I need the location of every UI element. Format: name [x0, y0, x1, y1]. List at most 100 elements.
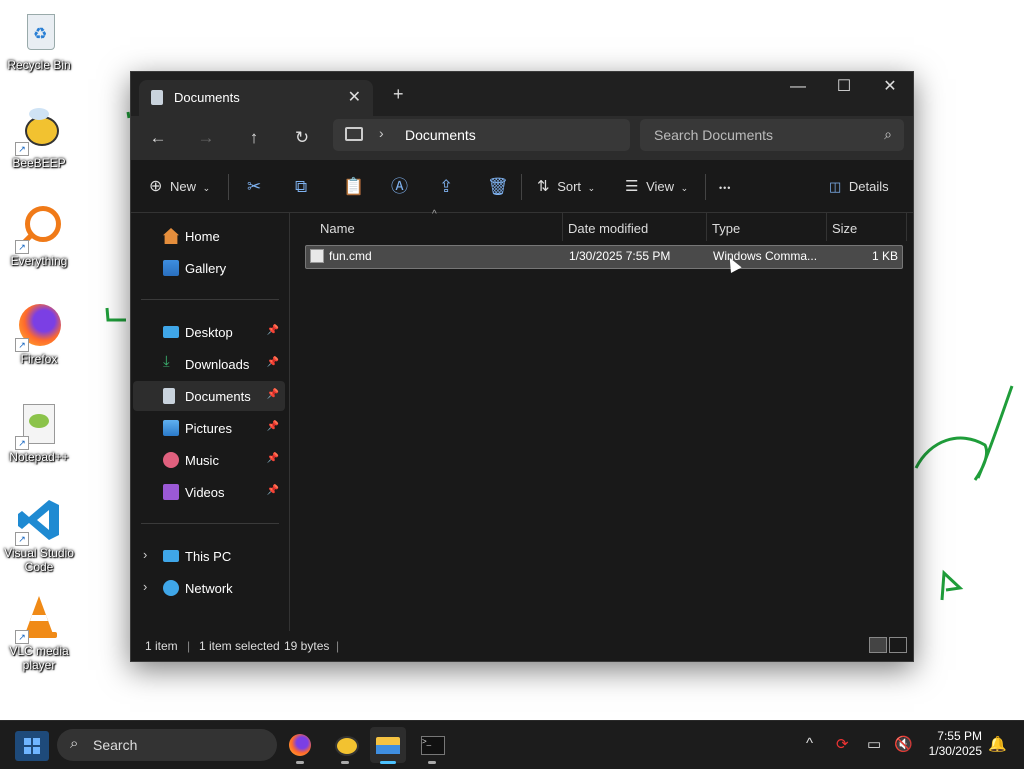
firefox-icon: ↗ [15, 302, 63, 352]
column-header-type[interactable]: Type [706, 217, 822, 241]
gallery-icon [163, 260, 179, 276]
table-row[interactable]: fun.cmd 1/30/2025 7:55 PM Windows Comma.… [305, 245, 903, 269]
status-divider: | [336, 639, 340, 653]
sidebar-item-documents[interactable]: Documents 📌 [133, 381, 285, 411]
file-name: fun.cmd [329, 249, 372, 263]
sidebar-item-network[interactable]: › Network [133, 573, 285, 603]
documents-icon [163, 388, 175, 404]
column-header-size[interactable]: Size [826, 217, 902, 241]
pin-icon[interactable]: 📌 [267, 453, 279, 464]
pin-icon[interactable]: 📌 [267, 357, 279, 368]
sidebar-item-home[interactable]: Home [133, 221, 285, 251]
desktop-icon-label: Visual Studio Code [4, 546, 74, 574]
sidebar-item-this-pc[interactable]: › This PC [133, 541, 285, 571]
desktop-icon-label: BeeBEEP [12, 156, 66, 170]
sidebar-item-downloads[interactable]: ⤓ Downloads 📌 [133, 349, 285, 379]
desktop-icon-vscode[interactable]: ↗ Visual Studio Code [1, 496, 77, 574]
more-icon: ••• [719, 183, 732, 193]
cut-button[interactable]: ✂ [247, 176, 261, 198]
notifications-icon[interactable]: 🔔 [988, 735, 1007, 753]
copy-button[interactable]: ⧉ [295, 176, 307, 198]
clock[interactable]: 7:55 PM 1/30/2025 [929, 729, 982, 759]
sidebar-item-desktop[interactable]: Desktop 📌 [133, 317, 285, 347]
beebeep-icon[interactable] [327, 727, 363, 764]
paste-button[interactable]: 📋 [343, 176, 364, 198]
show-hidden-icons-icon[interactable]: ^ [806, 735, 813, 752]
sidebar-item-label: Pictures [185, 421, 232, 436]
column-label: Date modified [568, 221, 649, 236]
back-button[interactable]: ← [145, 126, 171, 150]
pin-icon[interactable]: 📌 [267, 389, 279, 400]
search-icon: ⌕ [884, 126, 892, 142]
tiles-view-button[interactable] [889, 637, 907, 653]
delete-button[interactable]: 🗑 [487, 176, 509, 198]
desktop-icon-label: Notepad++ [9, 450, 69, 464]
desktop-icon-vlc[interactable]: ↗ VLC media player [1, 594, 77, 672]
up-button[interactable]: ↑ [241, 126, 267, 150]
sidebar-item-label: Videos [185, 485, 225, 500]
volume-muted-icon[interactable]: 🔇 [894, 735, 913, 753]
search-input[interactable]: Search Documents ⌕ [640, 119, 904, 151]
network-status-icon[interactable]: ▭ [867, 735, 881, 753]
sidebar-item-videos[interactable]: Videos 📌 [133, 477, 285, 507]
network-icon [163, 580, 179, 596]
minimize-button[interactable]: — [775, 76, 821, 100]
vscode-icon: ↗ [15, 496, 63, 546]
new-label: New [170, 179, 197, 194]
chevron-right-icon[interactable]: › [143, 579, 147, 594]
sort-button[interactable]: ⇅ Sort ⌄ [537, 176, 595, 198]
navigation-bar: ← → ↑ ↻ › Documents Search Documents ⌕ [131, 116, 913, 160]
pin-icon[interactable]: 📌 [267, 421, 279, 432]
tab-documents[interactable]: Documents ✕ [139, 80, 373, 116]
new-button[interactable]: ⊕ New ⌄ [149, 176, 210, 198]
address-bar[interactable]: › Documents [333, 119, 630, 151]
sidebar-item-pictures[interactable]: Pictures 📌 [133, 413, 285, 443]
taskbar: ⌕ Search >_ ^ ⟳ ▭ 🔇 7:55 PM 1/30/2025 🔔 [0, 720, 1024, 769]
sidebar-item-label: This PC [185, 549, 232, 564]
file-size: 1 KB [871, 249, 898, 263]
desktop-icon-beebeep[interactable]: ↗ BeeBEEP [1, 106, 77, 170]
navigation-pane: Home Gallery Desktop 📌 ⤓ Downloads 📌 Doc… [131, 213, 290, 631]
share-button[interactable]: ⇪ [439, 176, 453, 198]
terminal-icon[interactable]: >_ [414, 727, 450, 764]
toolbar-divider [228, 174, 229, 200]
firefox-icon[interactable] [282, 727, 318, 764]
more-options-button[interactable]: ••• [719, 176, 731, 198]
sidebar-item-gallery[interactable]: Gallery [133, 253, 285, 283]
details-view-button[interactable] [869, 637, 887, 653]
update-icon[interactable]: ⟳ [836, 735, 849, 753]
refresh-button[interactable]: ↻ [289, 126, 315, 150]
chevron-right-icon[interactable]: › [143, 547, 147, 562]
start-button[interactable] [15, 731, 49, 761]
details-label: Details [848, 179, 889, 194]
forward-button[interactable]: → [193, 126, 219, 150]
pin-icon[interactable]: 📌 [267, 325, 279, 336]
scissors-icon: ✂ [247, 177, 262, 196]
desktop-icon-everything[interactable]: ↗ Everything [1, 204, 77, 268]
maximize-button[interactable]: ☐ [821, 76, 867, 100]
paste-icon: 📋 [343, 177, 365, 196]
view-button[interactable]: ☰ View ⌄ [625, 176, 688, 198]
pin-icon[interactable]: 📌 [267, 485, 279, 496]
title-bar: Documents ✕ + — ☐ ✕ [131, 72, 913, 116]
rename-button[interactable]: Ⓐ [391, 176, 408, 198]
new-tab-button[interactable]: + [393, 84, 404, 105]
column-header-name[interactable]: Name [314, 217, 560, 241]
taskbar-search[interactable]: ⌕ Search [57, 729, 277, 761]
file-explorer-icon[interactable] [370, 727, 406, 764]
breadcrumb-documents[interactable]: Documents [405, 127, 476, 143]
desktop-icon-label: VLC media player [9, 644, 69, 672]
close-tab-icon[interactable]: ✕ [348, 87, 361, 107]
desktop-icon-notepadpp[interactable]: ↗ Notepad++ [1, 400, 77, 464]
details-pane-button[interactable]: ◫ Details [829, 176, 889, 198]
column-header-date[interactable]: Date modified [562, 217, 704, 241]
videos-icon [163, 484, 179, 500]
desktop-icon-firefox[interactable]: ↗ Firefox [1, 302, 77, 366]
everything-icon: ↗ [15, 204, 63, 254]
sidebar-item-music[interactable]: Music 📌 [133, 445, 285, 475]
close-window-button[interactable]: ✕ [867, 76, 913, 100]
chevron-right-icon[interactable]: › [379, 125, 384, 141]
status-bar: 1 item | 1 item selected 19 bytes | [131, 631, 913, 661]
selected-count: 1 item selected [199, 639, 280, 653]
desktop-icon-recycle-bin[interactable]: ♻ Recycle Bin [1, 8, 77, 72]
